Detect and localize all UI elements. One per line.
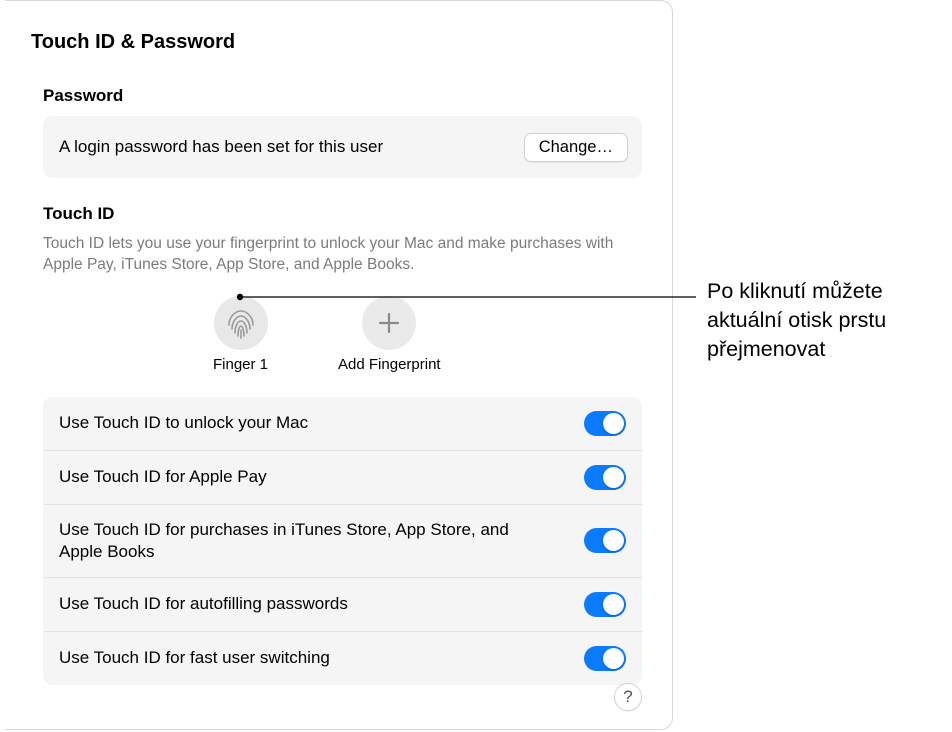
option-fast-user-switching: Use Touch ID for fast user switching [43, 632, 642, 685]
option-label: Use Touch ID for purchases in iTunes Sto… [59, 519, 529, 563]
panel-title: Touch ID & Password [5, 1, 672, 54]
add-fingerprint-button[interactable]: Add Fingerprint [338, 296, 441, 373]
settings-panel: Touch ID & Password Password A login pas… [5, 0, 673, 730]
plus-icon [362, 296, 416, 350]
option-apple-pay: Use Touch ID for Apple Pay [43, 451, 642, 505]
password-card: A login password has been set for this u… [43, 116, 642, 178]
option-label: Use Touch ID for Apple Pay [59, 466, 267, 488]
fingerprint-item-1[interactable]: Finger 1 [213, 296, 268, 373]
fingerprint-icon [214, 296, 268, 350]
touchid-options-card: Use Touch ID to unlock your Mac Use Touc… [43, 397, 642, 685]
touchid-section-label: Touch ID [43, 204, 642, 224]
fingerprint-list: Finger 1 Add Fingerprint [43, 296, 642, 373]
option-purchases: Use Touch ID for purchases in iTunes Sto… [43, 505, 642, 578]
panel-content: Password A login password has been set f… [5, 54, 672, 685]
callout-text: Po kliknutí můžete aktuální otisk prstu … [707, 277, 947, 364]
toggle-unlock-mac[interactable] [584, 411, 626, 436]
toggle-fast-user-switching[interactable] [584, 646, 626, 671]
option-autofill: Use Touch ID for autofilling passwords [43, 578, 642, 632]
fingerprint-label: Finger 1 [213, 356, 268, 373]
option-label: Use Touch ID to unlock your Mac [59, 412, 308, 434]
password-section-label: Password [43, 86, 642, 106]
password-status-text: A login password has been set for this u… [59, 137, 383, 157]
change-password-button[interactable]: Change… [524, 133, 628, 162]
toggle-autofill[interactable] [584, 592, 626, 617]
touchid-description: Touch ID lets you use your fingerprint t… [43, 234, 642, 276]
add-fingerprint-label: Add Fingerprint [338, 356, 441, 373]
option-label: Use Touch ID for autofilling passwords [59, 593, 348, 615]
help-button[interactable]: ? [614, 683, 642, 711]
option-unlock-mac: Use Touch ID to unlock your Mac [43, 397, 642, 451]
option-label: Use Touch ID for fast user switching [59, 647, 330, 669]
toggle-purchases[interactable] [584, 528, 626, 553]
toggle-apple-pay[interactable] [584, 465, 626, 490]
